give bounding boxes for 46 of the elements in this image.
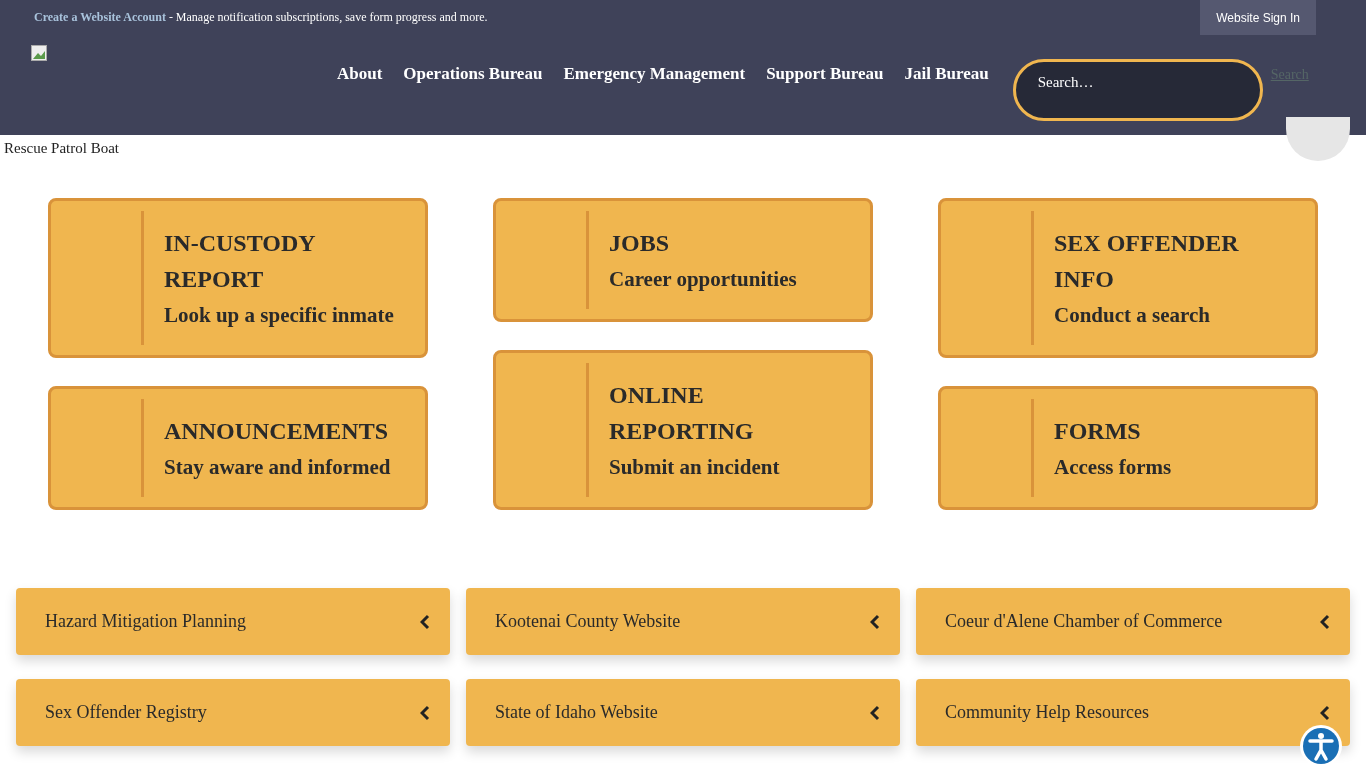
chevron-left-icon [1320,704,1330,721]
image-alt-text: Rescue Patrol Boat [4,140,119,156]
external-link-tile[interactable]: Community Help Resources [916,679,1350,746]
external-link-tile[interactable]: Coeur d'Alene Chamber of Commerce [916,588,1350,655]
nav-link[interactable]: Jail Bureau [904,64,989,84]
link-label: Sex Offender Registry [45,702,207,723]
card-title: ONLINE REPORTING [609,381,755,446]
quick-link-card[interactable]: IN-CUSTODY REPORT Look up a specific inmate [48,198,428,358]
card-subtitle: Submit an incident [609,454,781,481]
quick-link-card[interactable]: FORMS Access forms [938,386,1318,510]
chevron-left-icon [1320,613,1330,630]
search-field[interactable]: Search… [1012,59,1263,121]
link-label: Coeur d'Alene Chamber of Commerce [945,611,1223,632]
account-message: Create a Website Account - Manage notification subscriptions, save form progress and more. [34,10,488,25]
card-subtitle: Look up a specific inmate [164,302,395,329]
quick-link-card[interactable]: ANNOUNCEMENTS Stay aware and informed [48,386,428,510]
card-subtitle: Career opportunities [609,266,798,293]
quick-link-card[interactable]: ONLINE REPORTING Submit an incident [493,350,873,510]
card-title: IN-CUSTODY REPORT [164,229,316,294]
card-subtitle: Access forms [1054,454,1173,481]
quick-link-card[interactable]: JOBS Career opportunities [493,198,873,322]
link-label: Hazard Mitigation Planning [45,611,246,632]
card-subtitle: Stay aware and informed [164,454,392,481]
chevron-left-icon [870,704,880,721]
nav-link[interactable]: About [337,64,383,84]
chevron-left-icon [870,613,880,630]
chevron-left-icon [420,704,430,721]
card-subtitle: Conduct a search [1054,302,1211,329]
sign-in-button[interactable]: Website Sign In [1200,0,1316,35]
card-title: JOBS [609,229,671,258]
external-link-tile[interactable]: State of Idaho Website [466,679,900,746]
broken-image-icon[interactable] [31,45,47,61]
card-title: SEX OFFENDER INFO [1054,229,1240,294]
nav-link[interactable]: Operations Bureau [403,64,543,84]
quick-link-card[interactable]: SEX OFFENDER INFO Conduct a search [938,198,1318,358]
external-link-tile[interactable]: Hazard Mitigation Planning [16,588,450,655]
link-label: State of Idaho Website [495,702,658,723]
external-link-tile[interactable]: Sex Offender Registry [16,679,450,746]
card-title: FORMS [1054,417,1142,446]
external-link-tile[interactable]: Kootenai County Website [466,588,900,655]
link-label: Kootenai County Website [495,611,681,632]
link-label: Community Help Resources [945,702,1149,723]
create-account-link[interactable]: Create a Website Account [34,10,166,24]
nav-link[interactable]: Emergency Management [563,64,746,84]
nav-link[interactable]: Support Bureau [766,64,884,84]
chevron-left-icon [420,613,430,630]
